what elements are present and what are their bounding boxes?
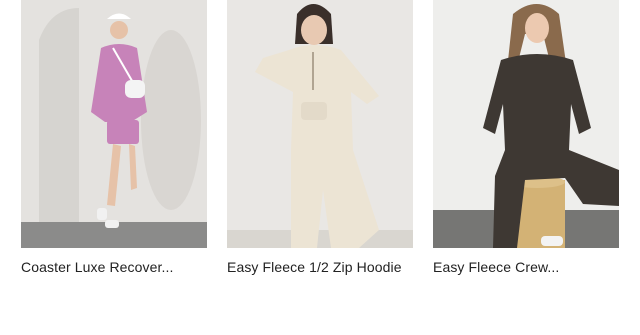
product-card[interactable]: Easy Fleece 1/2 Zip Hoodie [227, 0, 413, 275]
product-photo [21, 0, 207, 248]
product-card[interactable]: Easy Fleece Crew... [433, 0, 619, 275]
product-image[interactable] [21, 0, 207, 248]
product-title[interactable]: Coaster Luxe Recover... [21, 259, 221, 275]
product-grid: Coaster Luxe Recover... Easy Fleece 1/2 … [0, 0, 640, 335]
product-image[interactable] [227, 0, 413, 248]
product-title[interactable]: Easy Fleece 1/2 Zip Hoodie [227, 259, 427, 275]
product-photo [433, 0, 619, 248]
product-title[interactable]: Easy Fleece Crew... [433, 259, 633, 275]
product-image[interactable] [433, 0, 619, 248]
product-photo [227, 0, 413, 248]
product-card[interactable]: Coaster Luxe Recover... [21, 0, 207, 275]
